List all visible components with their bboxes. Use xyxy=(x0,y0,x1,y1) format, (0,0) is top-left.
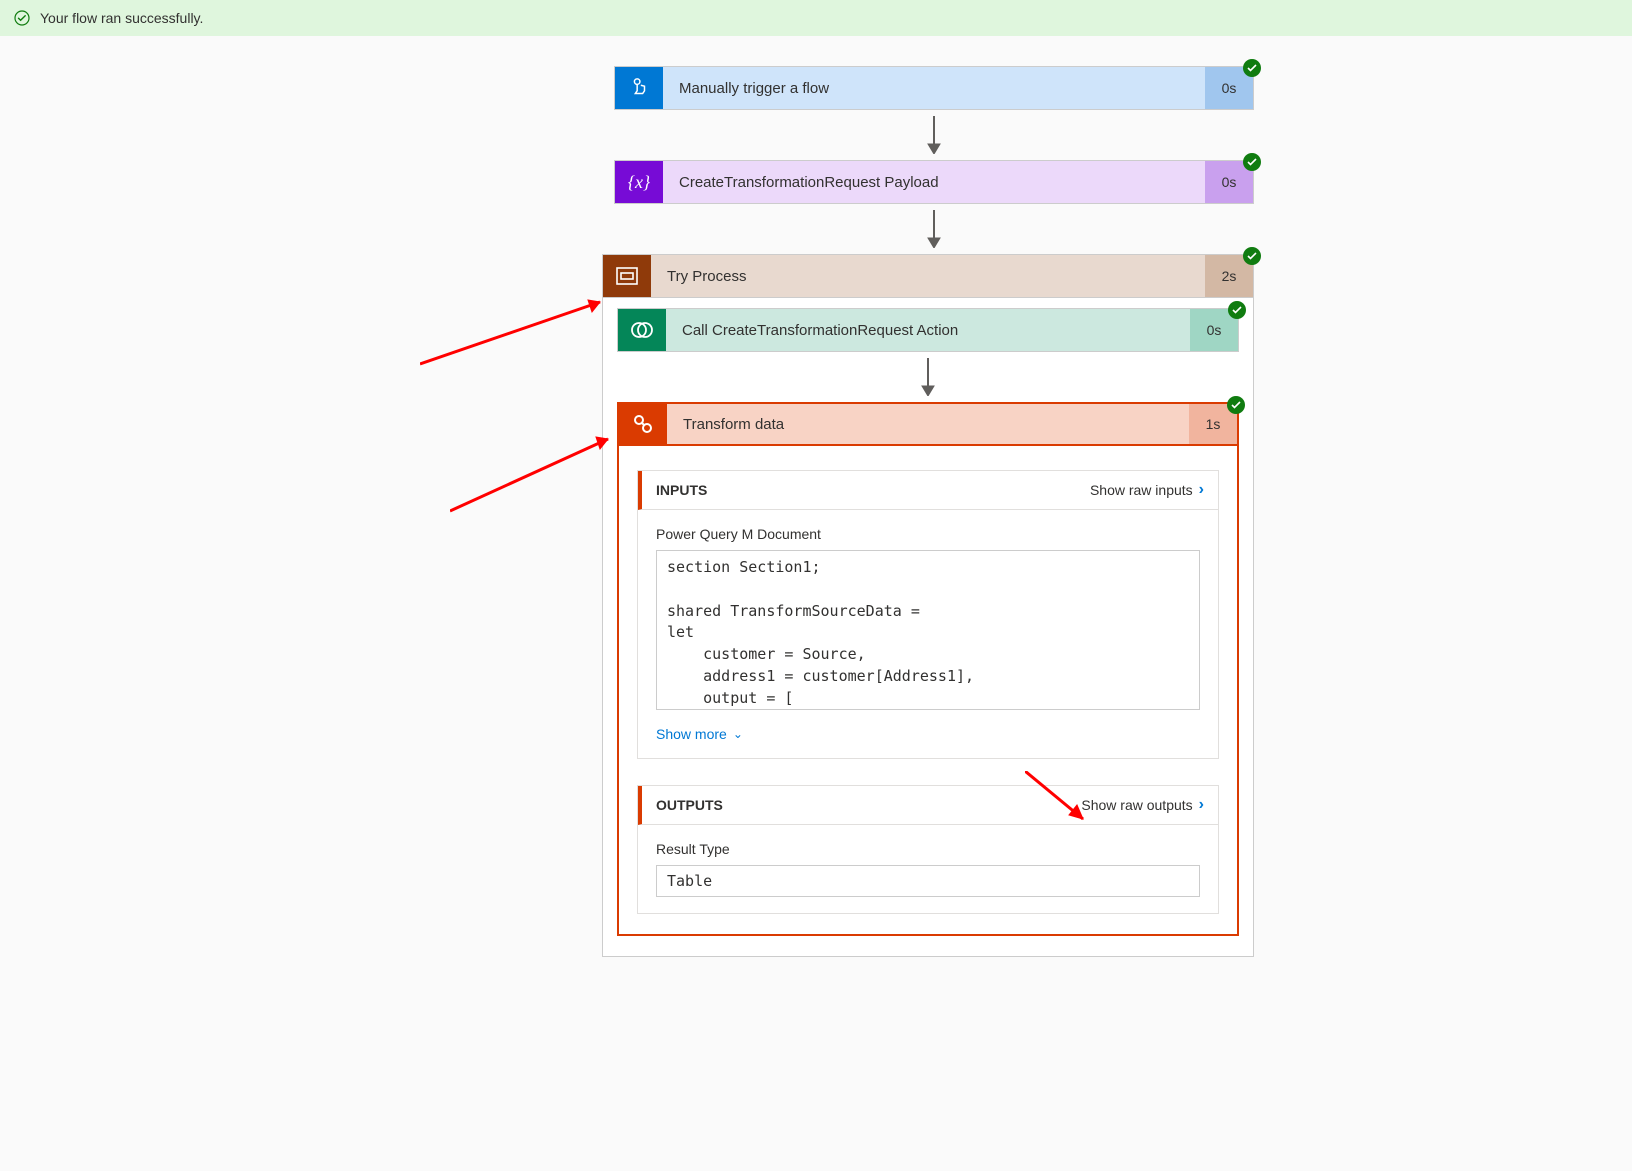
success-badge-icon xyxy=(1243,59,1261,77)
inputs-heading: INPUTS xyxy=(656,482,707,498)
check-circle-icon xyxy=(14,10,30,26)
inputs-panel: INPUTS Show raw inputs › Power Query M D… xyxy=(637,470,1219,759)
chevron-right-icon: › xyxy=(1199,481,1204,499)
annotation-arrow-2 xyxy=(450,431,625,521)
scope-card[interactable]: Try Process 2s xyxy=(602,254,1254,298)
connector-arrow xyxy=(614,204,1254,254)
outputs-field-label: Result Type xyxy=(656,841,1200,857)
variable-title: CreateTransformationRequest Payload xyxy=(663,161,1205,203)
transform-title: Transform data xyxy=(667,404,1189,444)
transform-body: INPUTS Show raw inputs › Power Query M D… xyxy=(617,446,1239,936)
trigger-card[interactable]: Manually trigger a flow 0s xyxy=(614,66,1254,110)
outputs-panel: OUTPUTS Show raw outputs › Result Type T… xyxy=(637,785,1219,914)
inputs-code[interactable]: section Section1; shared TransformSource… xyxy=(656,550,1200,710)
outputs-value[interactable]: Table xyxy=(656,865,1200,897)
connector-arrow xyxy=(614,110,1254,160)
success-badge-icon xyxy=(1228,301,1246,319)
show-raw-outputs-link[interactable]: Show raw outputs › xyxy=(1081,796,1204,814)
call-action-title: Call CreateTransformationRequest Action xyxy=(666,309,1190,351)
annotation-arrow-1 xyxy=(420,294,620,374)
success-badge-icon xyxy=(1243,153,1261,171)
transform-icon xyxy=(619,404,667,444)
show-raw-inputs-label: Show raw inputs xyxy=(1090,482,1193,498)
dataverse-icon xyxy=(618,309,666,351)
scope-title: Try Process xyxy=(651,255,1205,297)
flow-canvas: Manually trigger a flow 0s {x} CreateTra… xyxy=(0,36,1632,957)
call-action-card[interactable]: Call CreateTransformationRequest Action … xyxy=(617,308,1239,352)
touch-icon xyxy=(615,67,663,109)
chevron-down-icon: ⌄ xyxy=(733,727,743,741)
scope-icon xyxy=(603,255,651,297)
success-badge-icon xyxy=(1243,247,1261,265)
success-banner: Your flow ran successfully. xyxy=(0,0,1632,36)
scope-body: Call CreateTransformationRequest Action … xyxy=(602,298,1254,957)
trigger-title: Manually trigger a flow xyxy=(663,67,1205,109)
show-raw-inputs-link[interactable]: Show raw inputs › xyxy=(1090,481,1204,499)
connector-arrow xyxy=(615,352,1241,402)
show-more-label: Show more xyxy=(656,726,727,742)
success-badge-icon xyxy=(1227,396,1245,414)
variable-icon: {x} xyxy=(615,161,663,203)
inputs-field-label: Power Query M Document xyxy=(656,526,1200,542)
outputs-heading: OUTPUTS xyxy=(656,797,723,813)
transform-card[interactable]: Transform data 1s xyxy=(617,402,1239,446)
show-more-link[interactable]: Show more ⌄ xyxy=(656,726,1200,742)
chevron-right-icon: › xyxy=(1199,796,1204,814)
variable-card[interactable]: {x} CreateTransformationRequest Payload … xyxy=(614,160,1254,204)
show-raw-outputs-label: Show raw outputs xyxy=(1081,797,1192,813)
success-text: Your flow ran successfully. xyxy=(40,10,203,26)
